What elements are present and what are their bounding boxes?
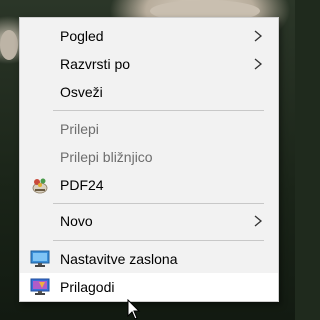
menu-item-label: Novo [60, 213, 93, 229]
menu-item-label: PDF24 [60, 177, 104, 193]
monitor-icon [30, 250, 50, 267]
menu-item-new[interactable]: Novo [20, 207, 278, 235]
menu-item-paste[interactable]: Prilepi [20, 115, 278, 143]
menu-item-paste-shortcut[interactable]: Prilepi bližnjico [20, 143, 278, 171]
menu-item-label: Prilepi bližnjico [60, 149, 153, 165]
pdf24-icon [32, 178, 48, 194]
chevron-right-icon [254, 215, 263, 227]
menu-separator [53, 203, 264, 204]
menu-item-personalize[interactable]: Prilagodi [20, 273, 278, 301]
menu-item-sort-by[interactable]: Razvrsti po [20, 50, 278, 78]
desktop-context-menu: Pogled Razvrsti po Osveži Prilepi Prilep… [19, 17, 279, 302]
menu-item-pdf24[interactable]: PDF24 [20, 171, 278, 199]
menu-separator [53, 240, 264, 241]
menu-item-label: Prilagodi [60, 279, 115, 295]
menu-item-label: Osveži [60, 84, 103, 100]
menu-item-refresh[interactable]: Osveži [20, 78, 278, 106]
menu-item-label: Prilepi [60, 121, 99, 137]
chevron-right-icon [254, 30, 263, 42]
personalize-icon [30, 278, 50, 295]
chevron-right-icon [254, 58, 263, 70]
menu-item-label: Pogled [60, 28, 104, 44]
menu-item-view[interactable]: Pogled [20, 22, 278, 50]
menu-separator [53, 110, 264, 111]
menu-item-label: Nastavitve zaslona [60, 251, 178, 267]
mouse-pointer-icon [127, 299, 141, 320]
wallpaper-rock [0, 30, 18, 60]
menu-item-label: Razvrsti po [60, 56, 131, 72]
menu-item-display-settings[interactable]: Nastavitve zaslona [20, 245, 278, 273]
